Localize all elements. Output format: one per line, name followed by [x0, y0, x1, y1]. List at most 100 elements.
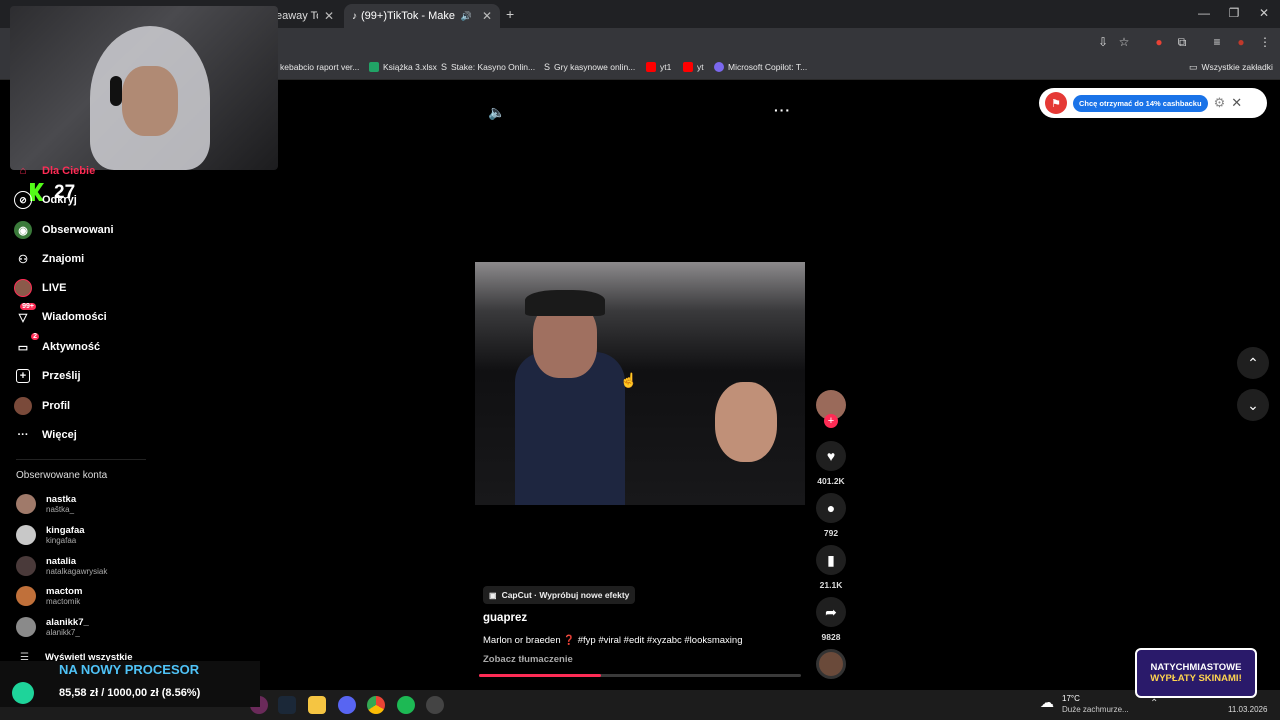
followed-account[interactable]: natalia natalkagawrysiak	[16, 552, 107, 580]
share-count: 9828	[821, 632, 841, 642]
previous-video-button[interactable]: ⌃	[1237, 347, 1269, 379]
followed-account[interactable]: kingafaa kingafaa	[16, 521, 85, 549]
sidebar-item-aktywnosc[interactable]: ▭ 2 Aktywność	[14, 333, 100, 358]
video-description: Marlon or braeden ❓ #fyp #viral #edit #x…	[483, 635, 743, 646]
promo-line-1: NATYCHMIASTOWE	[1150, 662, 1242, 673]
progress-fill	[479, 674, 602, 677]
minimize-icon[interactable]: —	[1194, 6, 1214, 20]
divider	[16, 459, 146, 460]
avatar	[16, 525, 36, 545]
avatar	[16, 617, 36, 637]
sidebar-item-obserwowani[interactable]: ◉ Obserwowani	[14, 219, 114, 241]
person-right-face	[715, 382, 777, 462]
followed-account[interactable]: mactom mactomik	[16, 582, 82, 610]
bookmark-item[interactable]: S Stake: Kasyno Onlin...	[441, 60, 535, 74]
audio-playing-icon[interactable]: 🔊	[461, 11, 472, 22]
avatar[interactable]: ●	[1232, 34, 1250, 50]
all-bookmarks[interactable]: ▭ Wszystkie zakładki	[1189, 60, 1273, 74]
heart-icon: ♥	[826, 448, 836, 464]
spotify-icon[interactable]	[397, 696, 415, 714]
avatar	[16, 556, 36, 576]
next-video-button[interactable]: ⌄	[1237, 389, 1269, 421]
following-icon: ◉	[14, 221, 32, 239]
steam-icon[interactable]	[278, 696, 296, 714]
promo-banner: NATYCHMIASTOWE WYPŁATY SKINAMI!	[1135, 648, 1257, 698]
video-frame[interactable]: ☝	[475, 262, 805, 505]
close-tab-icon[interactable]: ✕	[482, 9, 492, 23]
sidebar-item-label: Odkryj	[42, 194, 77, 206]
file-explorer-icon[interactable]	[308, 696, 326, 714]
video-author[interactable]: guaprez	[483, 612, 527, 624]
account-name: nastka	[46, 494, 77, 505]
comment-button[interactable]: ●	[816, 493, 846, 523]
sidebar-item-profil[interactable]: Profil	[14, 395, 70, 417]
home-icon: ⌂	[19, 165, 27, 177]
bookmark-label: yt1	[660, 62, 672, 72]
sidebar-item-przeslij[interactable]: + Prześlij	[14, 365, 81, 387]
volume-icon[interactable]: 🔈	[488, 104, 505, 121]
install-app-icon[interactable]: ⇩	[1094, 34, 1112, 50]
like-count: 401.2K	[817, 476, 845, 486]
extensions-icon[interactable]: ⧉	[1173, 34, 1191, 50]
bookmark-item[interactable]: Książka 3.xlsx	[369, 60, 437, 74]
weather-text: Duże zachmurze...	[1062, 705, 1129, 714]
see-translation-link[interactable]: Zobacz tłumaczenie	[483, 654, 573, 665]
account-handle: kingafaa	[46, 536, 77, 545]
folder-icon: ▭	[1189, 61, 1198, 72]
sidebar-item-dla-ciebie[interactable]: ⌂ Dla Ciebie	[14, 160, 96, 182]
sidebar-item-live[interactable]: LIVE	[14, 277, 66, 299]
system-date: 11.03.2026	[1228, 705, 1268, 714]
bookmark-item[interactable]: Microsoft Copilot: T...	[714, 60, 807, 74]
goal-title: NA NOWY PROCESOR	[59, 662, 200, 677]
profile-icon	[14, 397, 32, 415]
sidebar-item-label: Dla Ciebie	[42, 165, 96, 177]
app-icon[interactable]	[426, 696, 444, 714]
menu-kebab-icon[interactable]: ⋮	[1256, 34, 1274, 50]
discord-icon[interactable]	[338, 696, 356, 714]
like-button[interactable]: ♥	[816, 441, 846, 471]
sidebar-item-wiecej[interactable]: ··· Więcej	[14, 424, 77, 446]
sidebar-item-wiadomosci[interactable]: ▽ 99+ Wiadomości	[14, 303, 107, 328]
account-handle: mactomik	[46, 597, 81, 606]
tray-chevron-icon[interactable]: ⌃	[1150, 698, 1158, 709]
account-handle: alanikk7_	[46, 628, 80, 637]
new-tab-button[interactable]: +	[506, 6, 514, 22]
sidebar-item-label: Znajomi	[42, 253, 85, 265]
bookmark-label: Wszystkie zakładki	[1201, 62, 1273, 72]
sidebar-item-odkryj[interactable]: ⊘ Odkryj	[14, 189, 77, 211]
close-tab-icon[interactable]: ✕	[324, 9, 334, 23]
bookmark-item[interactable]: S Gry kasynowe onlin...	[544, 60, 635, 74]
followed-account[interactable]: alanikk7_ alanikk7_	[16, 613, 89, 641]
window-close-icon[interactable]: ✕	[1254, 6, 1274, 20]
sidebar-item-label: LIVE	[42, 282, 67, 294]
media-control-icon[interactable]: ≡	[1208, 34, 1226, 50]
bookmark-item[interactable]: yt1	[646, 60, 671, 74]
music-disc-icon[interactable]	[816, 649, 846, 679]
cashback-button[interactable]: Chcę otrzymać do 14% cashbacku	[1073, 94, 1208, 112]
gear-icon[interactable]: ⚙	[1214, 95, 1226, 111]
tab-title: eaway Tool	[276, 10, 318, 22]
bookmark-label: kebabcio raport ver...	[280, 62, 360, 72]
tab-inactive[interactable]: eaway Tool ✕	[268, 4, 342, 28]
bookmark-item[interactable]: yt	[683, 60, 704, 74]
save-button[interactable]: ▮	[816, 545, 846, 575]
effect-chip[interactable]: ▣ CapCut · Wypróbuj nowe efekty	[483, 586, 636, 604]
bookmark-item[interactable]: kebabcio raport ver...	[280, 60, 359, 74]
chrome-icon[interactable]	[367, 696, 385, 714]
tab-active[interactable]: ♪ (99+)TikTok - Make Your Day 🔊 ✕	[344, 4, 500, 28]
bookmark-star-icon[interactable]: ☆	[1115, 34, 1133, 50]
share-button[interactable]: ➦	[816, 597, 846, 627]
progress-track[interactable]	[479, 674, 801, 677]
sidebar-item-label: Więcej	[42, 429, 77, 441]
follow-plus-icon[interactable]: +	[824, 414, 838, 428]
close-icon[interactable]: ✕	[1231, 95, 1242, 111]
goal-logo-icon	[12, 682, 34, 704]
more-options-icon[interactable]: ···	[774, 102, 791, 118]
chevron-down-icon: ⌄	[1247, 396, 1259, 413]
sidebar-item-znajomi[interactable]: ⚇ Znajomi	[14, 248, 84, 270]
maximize-icon[interactable]: ❐	[1224, 6, 1244, 20]
extension-badge-icon[interactable]: ●	[1150, 34, 1168, 50]
followed-account[interactable]: nastka naštka_	[16, 490, 76, 518]
cashback-logo-icon: ⚑	[1045, 92, 1067, 114]
friends-icon: ⚇	[18, 253, 28, 266]
